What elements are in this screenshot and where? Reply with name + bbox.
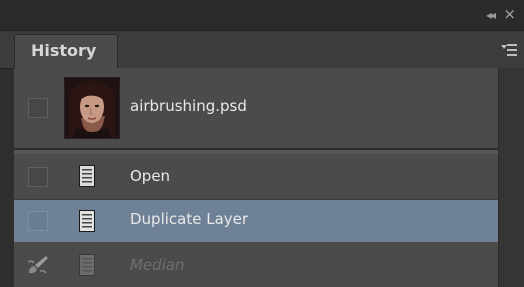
history-brush-source-checkbox[interactable] bbox=[28, 167, 48, 187]
snapshot-name: airbrushing.psd bbox=[130, 97, 247, 115]
history-state-open[interactable]: Open bbox=[14, 154, 510, 200]
document-icon bbox=[79, 254, 95, 276]
tab-history[interactable]: History bbox=[14, 34, 118, 68]
portrait-thumbnail-icon bbox=[64, 77, 120, 139]
history-state-label: Median bbox=[130, 256, 185, 274]
panel-tabbar: History bbox=[0, 30, 524, 69]
history-state-duplicate-layer[interactable]: Duplicate Layer bbox=[14, 200, 510, 242]
scrollbar[interactable] bbox=[498, 68, 524, 287]
close-panel-icon[interactable]: × bbox=[503, 6, 516, 22]
document-icon bbox=[79, 165, 95, 187]
panel-menu-icon[interactable] bbox=[501, 43, 517, 57]
tab-history-label: History bbox=[31, 41, 97, 60]
document-icon bbox=[79, 210, 95, 232]
history-list: airbrushing.psd Open Duplicate Layer Med… bbox=[14, 68, 510, 287]
panel-titlebar: ◂◂ × bbox=[0, 0, 524, 30]
history-brush-source-checkbox[interactable] bbox=[28, 98, 48, 118]
history-brush-source-checkbox[interactable] bbox=[28, 211, 48, 231]
history-state-label: Duplicate Layer bbox=[130, 210, 249, 228]
snapshot-row[interactable]: airbrushing.psd bbox=[14, 68, 510, 148]
collapse-panel-icon[interactable]: ◂◂ bbox=[486, 8, 496, 22]
history-state-median[interactable]: Median bbox=[14, 242, 510, 287]
history-brush-source-icon[interactable] bbox=[26, 254, 50, 276]
history-state-label: Open bbox=[130, 167, 171, 185]
